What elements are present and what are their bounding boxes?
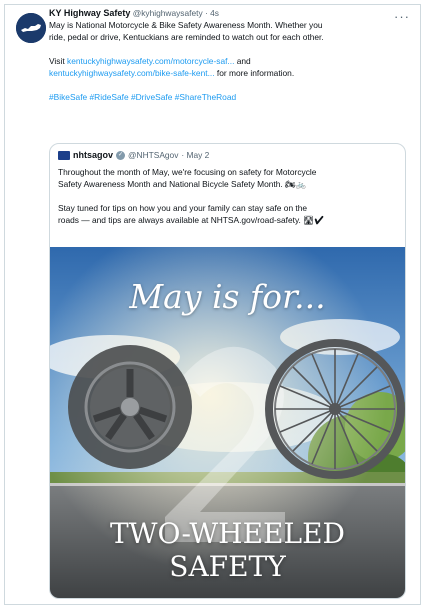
tweet-text-line-1: May is National Motorcycle & Bike Safety… xyxy=(49,20,323,30)
bike-safe-link[interactable]: kentuckyhighwaysafety.com/bike-safe-kent… xyxy=(49,68,215,78)
and-text: and xyxy=(234,56,251,66)
hashtags[interactable]: #BikeSafe #RideSafe #DriveSafe #ShareThe… xyxy=(49,91,407,103)
quote-header: nhtsagov ✓ @NHTSAgov · May 2 xyxy=(58,150,209,160)
tweet-header: KY Highway Safety @kyhighwaysafety · 4s xyxy=(49,7,407,19)
quote-text: Throughout the month of May, we're focus… xyxy=(58,166,398,226)
quoted-tweet[interactable]: nhtsagov ✓ @NHTSAgov · May 2 Throughout … xyxy=(49,143,406,599)
quote-text-line-3: Stay tuned for tips on how you and your … xyxy=(58,203,308,213)
quote-author-name[interactable]: nhtsagov xyxy=(73,150,113,160)
nhtsa-logo-icon xyxy=(58,150,70,160)
image-line-safety: SAFETY xyxy=(169,550,286,583)
quote-time[interactable]: · May 2 xyxy=(181,150,209,160)
quote-image[interactable]: May is for... TWO-WHEELED SAFETY xyxy=(50,247,405,598)
avatar[interactable] xyxy=(16,13,46,43)
visit-text: Visit xyxy=(49,56,67,66)
tweet-time[interactable]: · 4s xyxy=(205,8,219,18)
motorcycle-wheel-icon xyxy=(68,345,192,469)
image-bottom-text: TWO-WHEELED SAFETY xyxy=(50,517,405,583)
quote-text-line-4: roads — and tips are always available at… xyxy=(58,215,325,225)
bicycle-wheel-icon xyxy=(265,339,405,479)
image-headline: May is for... xyxy=(129,277,326,316)
verified-badge-icon: ✓ xyxy=(116,150,126,160)
author-handle[interactable]: @kyhighwaysafety xyxy=(133,8,203,18)
motorcycle-safety-link[interactable]: kentuckyhighwaysafety.com/motorcycle-saf… xyxy=(67,56,234,66)
tweet-text-line-2: ride, pedal or drive, Kentuckians are re… xyxy=(49,32,324,42)
quote-text-line-2: Safety Awareness Month and National Bicy… xyxy=(58,179,307,189)
author-name[interactable]: KY Highway Safety xyxy=(49,8,130,18)
quote-handle[interactable]: @NHTSAgov xyxy=(128,150,178,160)
image-line-two-wheeled: TWO-WHEELED xyxy=(110,517,345,550)
more-info-text: for more information. xyxy=(214,68,295,78)
quote-text-line-1: Throughout the month of May, we're focus… xyxy=(58,167,317,177)
kentucky-state-icon xyxy=(16,13,46,43)
tweet-body: KY Highway Safety @kyhighwaysafety · 4s … xyxy=(49,7,407,103)
